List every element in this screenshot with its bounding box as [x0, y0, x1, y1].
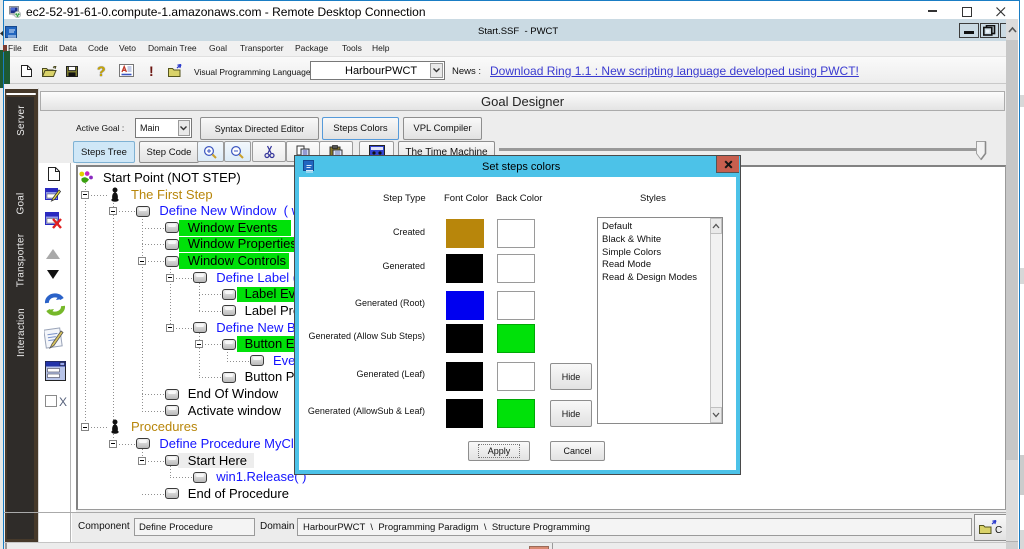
svg-text:C: C [995, 525, 1002, 535]
